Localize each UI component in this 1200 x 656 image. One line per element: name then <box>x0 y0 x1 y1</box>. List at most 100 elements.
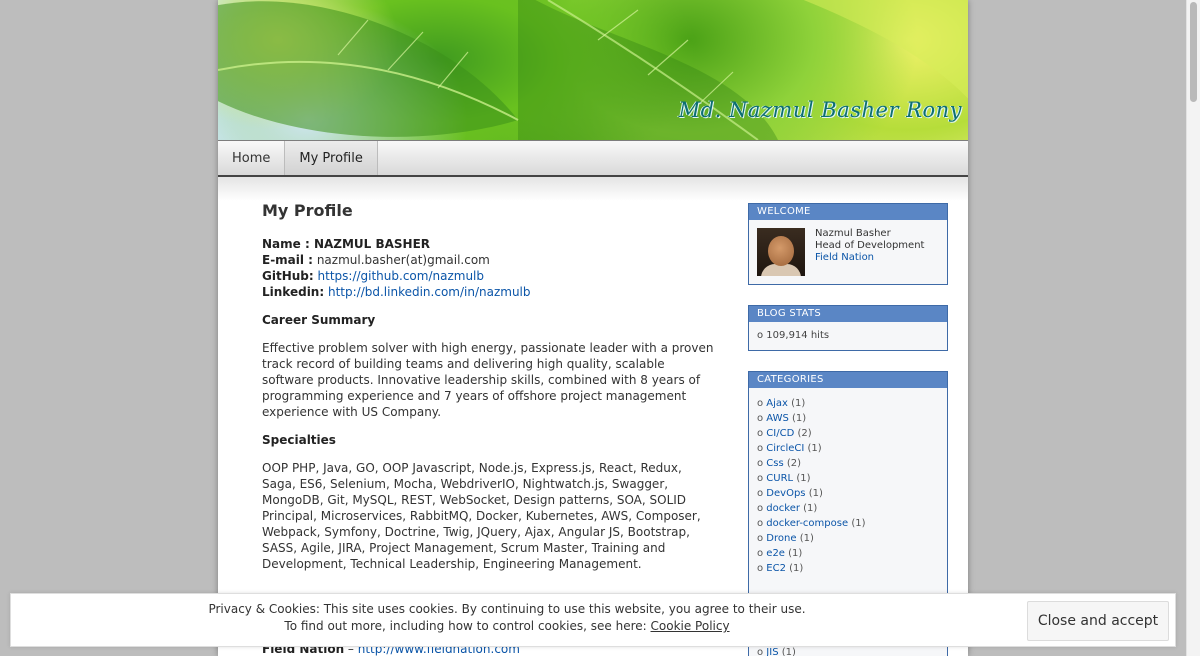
category-item: o docker (1) <box>757 501 939 516</box>
category-item: o CI/CD (2) <box>757 426 939 441</box>
blog-stats-title: BLOG STATS <box>749 306 947 322</box>
content-shade <box>218 177 968 201</box>
welcome-role: Head of Development <box>815 240 925 251</box>
github-link[interactable]: https://github.com/nazmulb <box>318 269 485 283</box>
welcome-text: Nazmul Basher Head of Development Field … <box>815 228 924 276</box>
profile-linkedin-row: Linkedin: http://bd.linkedin.com/in/nazm… <box>262 284 718 300</box>
bullet-icon: o <box>757 413 767 424</box>
cookie-line-2-prefix: To find out more, including how to contr… <box>284 619 647 633</box>
bullet-icon: o <box>757 443 767 454</box>
page-title: My Profile <box>262 201 353 220</box>
category-count: (1) <box>789 563 804 574</box>
category-link[interactable]: JIS <box>766 647 778 656</box>
category-link[interactable]: AWS <box>766 413 789 424</box>
welcome-widget: WELCOME Nazmul Basher Head of Developmen… <box>748 203 948 285</box>
category-item: o AWS (1) <box>757 411 939 426</box>
linkedin-label: Linkedin: <box>262 285 325 299</box>
category-count: (1) <box>808 488 823 499</box>
category-count: (1) <box>788 548 803 559</box>
bullet-icon: o <box>757 647 767 656</box>
category-count: (1) <box>781 647 796 656</box>
github-label: GitHub: <box>262 269 314 283</box>
nav-item-home[interactable]: Home <box>218 141 286 175</box>
bullet-icon: o <box>757 473 767 484</box>
category-link[interactable]: EC2 <box>766 563 786 574</box>
category-count: (1) <box>792 413 807 424</box>
category-link[interactable]: CI/CD <box>766 428 794 439</box>
career-summary-heading: Career Summary <box>262 313 376 327</box>
categories-widget: CATEGORIES o Ajax (1) o AWS (1) o CI/CD (2… <box>748 371 948 601</box>
category-item: o Drone (1) <box>757 531 939 546</box>
categories-body: o Ajax (1) o AWS (1) o CI/CD (2) o CircleCI… <box>749 388 947 584</box>
category-link[interactable]: DevOps <box>766 488 805 499</box>
category-link[interactable]: e2e <box>766 548 785 559</box>
welcome-name: Nazmul Basher <box>815 228 891 239</box>
career-summary-text: Effective problem solver with high energ… <box>262 341 714 419</box>
bullet-icon: o <box>757 533 767 544</box>
welcome-widget-title: WELCOME <box>749 204 947 220</box>
linkedin-link[interactable]: http://bd.linkedin.com/in/nazmulb <box>328 285 531 299</box>
category-item: o Ajax (1) <box>757 396 939 411</box>
bullet-icon: o <box>757 563 767 574</box>
category-count: (2) <box>786 458 802 469</box>
sidebar: WELCOME Nazmul Basher Head of Developmen… <box>748 203 948 621</box>
category-link[interactable]: docker-compose <box>766 518 848 529</box>
category-item: o Css (2) <box>757 456 939 471</box>
category-item: o EC2 (1) <box>757 561 939 576</box>
cookie-banner: Privacy & Cookies: This site uses cookie… <box>10 593 1176 647</box>
avatar <box>757 228 805 276</box>
category-count: (1) <box>796 473 811 484</box>
page-container: Md. Nazmul Basher Rony Home My Profile M… <box>218 0 968 656</box>
category-link[interactable]: CURL <box>766 473 793 484</box>
cookie-line-1: Privacy & Cookies: This site uses cookie… <box>208 602 806 616</box>
category-item: o DevOps (1) <box>757 486 939 501</box>
specialties-text: OOP PHP, Java, GO, OOP Javascript, Node.… <box>262 461 701 571</box>
category-count: (1) <box>799 533 814 544</box>
bullet-icon: o <box>757 428 767 439</box>
profile-name: Name : NAZMUL BASHER <box>262 237 431 251</box>
bullet-icon: o <box>757 548 767 559</box>
header-banner: Md. Nazmul Basher Rony <box>218 0 968 140</box>
specialties-heading: Specialties <box>262 433 336 447</box>
category-item: o CircleCI (1) <box>757 441 939 456</box>
blog-hits: 109,914 hits <box>766 330 830 341</box>
bullet-icon: o <box>757 458 767 469</box>
main-content: My Profile Name : NAZMUL BASHER E-mail :… <box>262 200 718 584</box>
nav-item-my-profile[interactable]: My Profile <box>285 141 378 175</box>
category-count: (1) <box>803 503 818 514</box>
email-label: E-mail : <box>262 253 313 267</box>
category-link[interactable]: docker <box>766 503 800 514</box>
category-link[interactable]: Ajax <box>766 398 788 409</box>
category-item: o CURL (1) <box>757 471 939 486</box>
welcome-widget-body: Nazmul Basher Head of Development Field … <box>749 220 947 284</box>
page-scrollbar[interactable] <box>1186 0 1200 656</box>
category-link[interactable]: CircleCI <box>766 443 804 454</box>
categories-title: CATEGORIES <box>749 372 947 388</box>
category-item: o docker-compose (1) <box>757 516 939 531</box>
category-count: (2) <box>797 428 812 439</box>
profile-email-row: E-mail : nazmul.basher(at)gmail.com <box>262 252 718 268</box>
blog-stats-body: o 109,914 hits <box>749 322 947 350</box>
site-title[interactable]: Md. Nazmul Basher Rony <box>679 98 962 122</box>
welcome-company-link[interactable]: Field Nation <box>815 252 874 263</box>
category-link[interactable]: Css <box>766 458 783 469</box>
bullet-icon: o <box>757 398 767 409</box>
main-navigation: Home My Profile <box>218 140 968 177</box>
blog-stats-widget: BLOG STATS o 109,914 hits <box>748 305 948 351</box>
email-value: nazmul.basher(at)gmail.com <box>316 253 490 267</box>
close-and-accept-button[interactable]: Close and accept <box>1027 601 1169 641</box>
category-list: o Ajax (1) o AWS (1) o CI/CD (2) o CircleCI… <box>757 396 939 576</box>
cookie-line-2: To find out more, including how to contr… <box>11 618 1003 635</box>
cookie-policy-link[interactable]: Cookie Policy <box>651 619 730 633</box>
bullet-icon: o <box>757 488 767 499</box>
profile-github-row: GitHub: https://github.com/nazmulb <box>262 268 718 284</box>
bullet-icon: o <box>757 518 767 529</box>
category-count: (1) <box>791 398 806 409</box>
category-count: (1) <box>807 443 822 454</box>
category-link[interactable]: Drone <box>766 533 796 544</box>
scrollbar-thumb[interactable] <box>1190 2 1197 102</box>
category-count: (1) <box>851 518 866 529</box>
cookie-text: Privacy & Cookies: This site uses cookie… <box>11 601 1003 635</box>
category-item: o e2e (1) <box>757 546 939 561</box>
bullet-icon: o <box>757 503 767 514</box>
